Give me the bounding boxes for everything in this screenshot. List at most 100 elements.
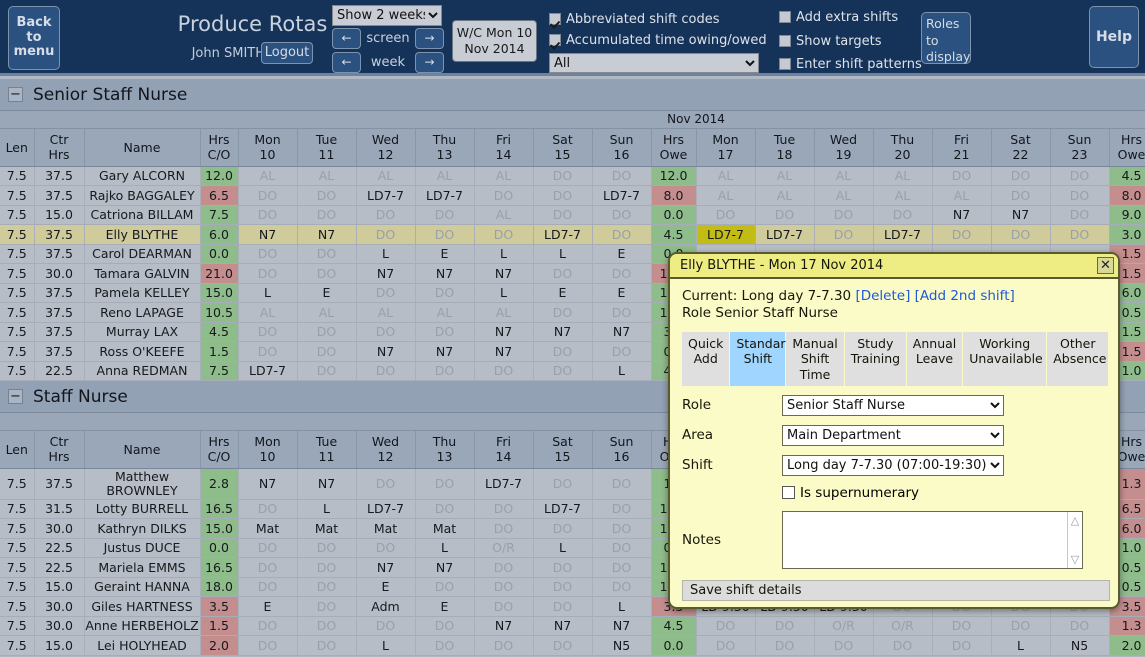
shift-cell[interactable]: DO [533,557,593,578]
area-select[interactable]: Main Department [782,424,1004,446]
staff-name-cell[interactable]: Anna REDMAN [84,361,201,381]
staff-filter-select[interactable]: All [549,53,759,73]
shift-cell[interactable]: DO [991,166,1051,186]
shift-cell[interactable]: DO [1050,185,1110,206]
staff-name-cell[interactable]: Tamara GALVIN [84,263,201,284]
shift-cell[interactable]: N7 [356,557,416,578]
shift-cell[interactable]: DO [238,635,298,656]
shift-cell[interactable]: N7 [297,224,357,245]
shift-cell[interactable]: L [297,499,357,519]
shift-cell[interactable]: DO [696,616,756,636]
shift-cell[interactable]: AL [415,166,475,186]
shift-cell[interactable]: DO [932,224,992,245]
shift-cell[interactable]: DO [592,224,652,245]
shift-cell[interactable]: DO [592,557,652,578]
shift-cell-selected[interactable]: LD7-7 [696,224,756,245]
shift-cell[interactable]: DO [592,468,652,500]
shift-cell[interactable]: Mat [297,518,357,539]
shift-cell[interactable]: E [415,596,475,617]
shift-cell[interactable]: DO [356,224,416,245]
staff-name-cell[interactable]: Carol DEARMAN [84,244,201,264]
shift-cell[interactable]: DO [592,263,652,284]
staff-name-cell[interactable]: Pamela KELLEY [84,283,201,303]
shift-cell[interactable]: DO [932,166,992,186]
shift-cell[interactable]: DO [474,224,534,245]
shift-cell[interactable]: E [592,283,652,303]
shift-cell[interactable]: DO [238,205,298,225]
shift-cell[interactable]: DO [238,616,298,636]
screen-prev-button[interactable]: ← [332,28,361,49]
shift-cell[interactable]: DO [592,499,652,519]
staff-name-cell[interactable]: Kathryn DILKS [84,518,201,539]
close-icon[interactable]: ✕ [1097,257,1114,274]
shift-cell[interactable]: DO [932,635,992,656]
shift-cell[interactable]: O/R [814,616,874,636]
staff-name-cell[interactable]: Ross O'KEEFE [84,341,201,362]
shift-cell[interactable]: DO [533,361,593,381]
shift-cell[interactable]: LD7-7 [356,185,416,206]
staff-name-cell[interactable]: Lei HOLYHEAD [84,635,201,656]
shift-cell[interactable]: N7 [474,322,534,342]
add-second-shift-link[interactable]: [Add 2nd shift] [915,288,1015,304]
staff-name-cell[interactable]: Anne HERBEHOLZ [84,616,201,636]
shift-cell[interactable]: DO [297,263,357,284]
shift-cell[interactable]: DO [356,205,416,225]
shift-cell[interactable]: DO [356,322,416,342]
collapse-section-icon[interactable]: − [8,389,23,404]
shift-cell[interactable]: LD7-7 [533,224,593,245]
table-row[interactable]: 7.5 37.5 Gary ALCORN 12.0 AL AL AL AL AL DO DO 12.0… [0,166,1145,186]
shift-cell[interactable]: DO [696,205,756,225]
shift-cell[interactable]: L [356,635,416,656]
shift-cell[interactable]: AL [932,185,992,206]
shift-cell[interactable]: DO [297,361,357,381]
checkbox-box-icon[interactable] [779,58,791,70]
shift-cell[interactable]: DO [474,185,534,206]
shift-cell[interactable]: DO [474,577,534,597]
shift-cell[interactable]: DO [415,205,475,225]
staff-name-cell[interactable]: Mariela EMMS [84,557,201,578]
shift-cell[interactable]: DO [297,341,357,362]
table-row[interactable]: 7.5 30.0 Anne HERBEHOLZ 1.5 DO DO DO DO N7 N7 N7 4.… [0,616,1145,636]
shift-cell[interactable]: DO [592,341,652,362]
shift-cell[interactable]: AL [755,166,815,186]
shift-cell[interactable]: DO [814,224,874,245]
shift-cell[interactable]: LD7-7 [474,468,534,500]
shift-cell[interactable]: N7 [238,224,298,245]
shift-cell[interactable]: E [297,283,357,303]
delete-shift-link[interactable]: [Delete] [855,288,910,304]
shift-cell[interactable]: DO [415,322,475,342]
shift-cell[interactable]: DO [297,616,357,636]
staff-name-cell[interactable]: Gary ALCORN [84,166,201,186]
shift-cell[interactable]: E [238,596,298,617]
shift-cell[interactable]: DO [814,635,874,656]
shift-cell[interactable]: AL [474,302,534,323]
shift-cell[interactable]: N7 [415,341,475,362]
shift-cell[interactable]: DO [238,322,298,342]
table-row[interactable]: 7.5 15.0 Catriona BILLAM 7.5 DO DO DO DO AL DO DO 0… [0,205,1145,225]
shift-cell[interactable]: DO [991,185,1051,206]
shift-cell[interactable]: DO [592,302,652,323]
checkbox-box-icon[interactable] [549,13,561,25]
shift-cell[interactable]: N5 [592,635,652,656]
logout-button[interactable]: Logout [261,42,313,64]
checkbox-box-icon[interactable] [549,34,561,46]
weeks-range-select[interactable]: Show 2 weeks [332,5,442,26]
shift-cell[interactable]: DO [356,538,416,558]
dialog-tab-quick-add[interactable]: Quick Add [682,332,731,386]
shift-cell[interactable]: DO [474,499,534,519]
shift-cell[interactable]: Mat [238,518,298,539]
shift-cell[interactable]: N7 [297,468,357,500]
checkbox-box-icon[interactable] [779,35,791,47]
shift-cell[interactable]: DO [755,635,815,656]
shift-cell[interactable]: DO [533,596,593,617]
table-row[interactable]: 7.5 37.5 Elly BLYTHE 6.0 N7 N7 DO DO DO LD7-7 DO 4.… [0,224,1145,245]
shift-cell[interactable]: DO [297,322,357,342]
shift-cell[interactable]: AL [873,166,933,186]
checkbox-accumulated-time[interactable]: Accumulated time owing/owed [549,33,767,48]
shift-cell[interactable]: L [533,244,593,264]
staff-name-cell[interactable]: Elly BLYTHE [84,224,201,245]
roles-to-display-button[interactable]: Roles to display [921,12,971,64]
shift-cell[interactable]: DO [238,557,298,578]
help-button[interactable]: Help [1089,6,1139,68]
shift-cell[interactable]: DO [814,205,874,225]
